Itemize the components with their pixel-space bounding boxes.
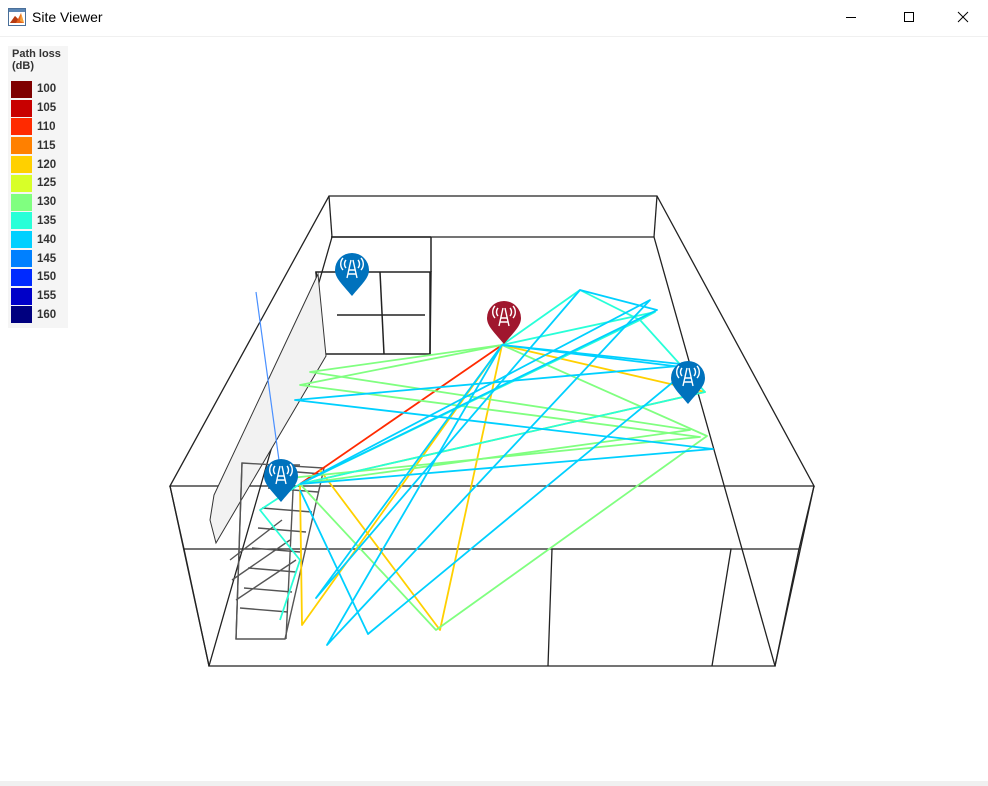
legend-entry: 110: [8, 118, 68, 137]
legend-swatch: [11, 137, 32, 155]
bottom-edge: [0, 781, 988, 786]
legend-swatch: [11, 287, 32, 305]
title-bar[interactable]: Site Viewer: [0, 0, 988, 37]
legend-entry: 105: [8, 99, 68, 118]
legend-entry: 125: [8, 174, 68, 193]
legend-label: 155: [37, 290, 57, 303]
legend-label: 120: [37, 158, 57, 171]
legend-swatch: [11, 156, 32, 174]
legend-entry: 145: [8, 249, 68, 268]
legend-swatch: [11, 306, 32, 324]
partition-wall: [209, 272, 327, 545]
path-loss-legend: Path loss (dB) 100 105 110 115 120 125 1…: [8, 46, 68, 329]
legend-label: 105: [37, 102, 57, 115]
doorway: [547, 548, 732, 667]
ray: [299, 289, 641, 485]
legend-label: 145: [37, 252, 57, 265]
legend-label: 110: [37, 120, 56, 133]
legend-entries: 100 105 110 115 120 125 130 135 140 145 …: [8, 80, 68, 324]
legend-swatch: [11, 99, 32, 117]
legend-entry: 120: [8, 155, 68, 174]
maximize-icon: [904, 12, 914, 22]
legend-label: 100: [37, 83, 57, 96]
legend-label: 140: [37, 233, 57, 246]
legend-label: 135: [37, 214, 57, 227]
legend-entry: 100: [8, 80, 68, 99]
legend-swatch: [11, 268, 32, 286]
close-button[interactable]: [938, 0, 988, 34]
legend-entry: 135: [8, 212, 68, 231]
legend-swatch: [11, 193, 32, 211]
legend-label: 130: [37, 196, 57, 209]
legend-label: 115: [37, 139, 56, 152]
ray: [299, 344, 706, 485]
legend-entry: 155: [8, 287, 68, 306]
legend-entry: 160: [8, 306, 68, 325]
legend-label: 125: [37, 177, 57, 190]
legend-swatch: [11, 80, 32, 98]
ray: [299, 344, 691, 485]
legend-swatch: [11, 118, 32, 136]
legend-entry: 150: [8, 268, 68, 287]
transmitter-marker[interactable]: [487, 301, 521, 344]
close-icon: [957, 11, 969, 23]
legend-title: Path loss (dB): [12, 48, 61, 72]
window-title: Site Viewer: [32, 9, 103, 25]
minimize-button[interactable]: [822, 0, 880, 34]
legend-swatch: [11, 174, 32, 192]
matlab-icon: [8, 8, 26, 26]
room-scene[interactable]: [0, 37, 988, 781]
legend-entry: 130: [8, 193, 68, 212]
3d-map-viewport[interactable]: [0, 37, 988, 781]
receiver-marker-1[interactable]: [335, 253, 369, 296]
legend-swatch: [11, 231, 32, 249]
legend-label: 150: [37, 271, 57, 284]
legend-entry: 140: [8, 230, 68, 249]
legend-swatch: [11, 212, 32, 230]
legend-label: 160: [37, 308, 57, 321]
legend-swatch: [11, 250, 32, 268]
site-viewer-window: Site Viewer Path loss (dB) 100 105 110 1…: [0, 0, 988, 786]
maximize-button[interactable]: [880, 0, 938, 34]
minimize-icon: [846, 17, 856, 18]
legend-entry: 115: [8, 136, 68, 155]
cabinet: [315, 236, 432, 355]
